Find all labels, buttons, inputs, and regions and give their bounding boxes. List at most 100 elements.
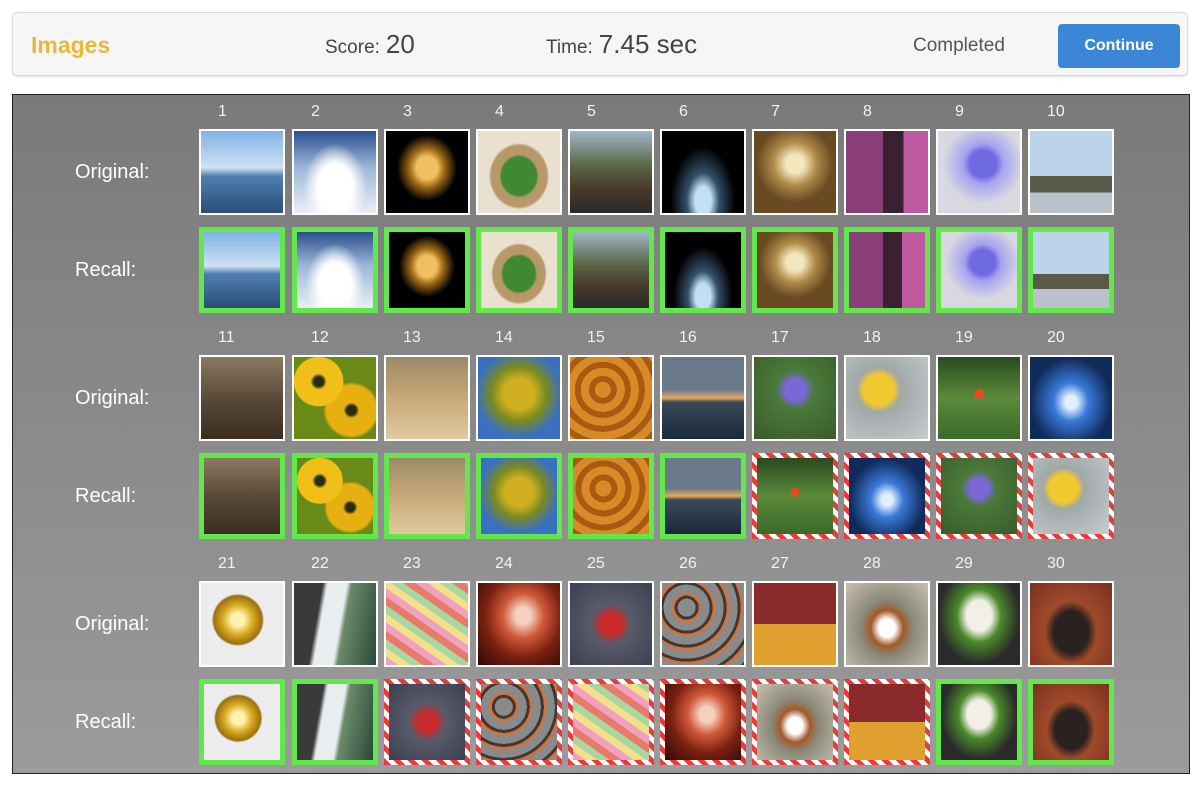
- image-number: 3: [403, 103, 412, 120]
- original-tile: [476, 355, 562, 441]
- yellow-flower-image: [1033, 458, 1109, 534]
- lake-fisherman-image: [204, 232, 280, 308]
- image-number: 2: [311, 103, 320, 120]
- purple-flowers-image: [938, 131, 1020, 213]
- image-number: 21: [218, 555, 236, 572]
- original-tile: [752, 355, 838, 441]
- recall-tile-wrong: [384, 679, 470, 765]
- green-beans-basket-image: [478, 131, 560, 213]
- original-tile: [292, 581, 378, 667]
- recall-tile-correct: [384, 227, 470, 313]
- chandelier-hall-image: [757, 232, 833, 308]
- recall-tile-correct: [752, 227, 838, 313]
- original-tile: [568, 129, 654, 215]
- lake-fisherman-image: [201, 131, 283, 213]
- recall-tile-correct: [936, 227, 1022, 313]
- recall-tile-correct: [1028, 227, 1114, 313]
- red-poppy-field-image: [757, 458, 833, 534]
- image-number: 1: [218, 103, 227, 120]
- clouds-aerial-image: [294, 131, 376, 213]
- original-tile: [199, 581, 285, 667]
- red-fire-sky-image: [665, 684, 741, 760]
- girl-piano-image: [849, 232, 925, 308]
- image-number: 11: [218, 329, 235, 346]
- water-splash-image: [662, 131, 744, 213]
- original-tile: [476, 129, 562, 215]
- image-number: 20: [1047, 329, 1065, 346]
- red-fire-sky-image: [478, 583, 560, 665]
- toy-lion-image: [938, 583, 1020, 665]
- original-tile: [568, 355, 654, 441]
- original-tile: [568, 581, 654, 667]
- chopping-vegetables-image: [389, 458, 465, 534]
- image-number: 13: [403, 329, 421, 346]
- status-text: Completed: [913, 35, 1005, 56]
- toy-lion-image: [941, 684, 1017, 760]
- continue-button[interactable]: Continue: [1058, 24, 1180, 68]
- glowing-coals-image: [662, 583, 744, 665]
- recall-tile-correct: [476, 453, 562, 539]
- forest-bike-ride-image: [570, 131, 652, 213]
- recall-tile-wrong: [752, 453, 838, 539]
- original-row-label: Original:: [75, 161, 150, 183]
- purple-crocus-image: [941, 458, 1017, 534]
- waterfall-image: [294, 583, 376, 665]
- original-tile: [844, 129, 930, 215]
- recall-tile-wrong: [752, 679, 838, 765]
- image-number: 10: [1047, 103, 1065, 120]
- image-number: 28: [863, 555, 881, 572]
- recall-tile-correct: [568, 227, 654, 313]
- recall-tile-wrong: [1028, 453, 1114, 539]
- recall-tile-correct: [292, 227, 378, 313]
- red-tram-street-image: [389, 684, 465, 760]
- recall-tile-wrong: [660, 679, 746, 765]
- gorilla-party-hat-image: [1033, 684, 1109, 760]
- macarons-image: [573, 684, 649, 760]
- recall-tile-correct: [199, 227, 285, 313]
- yellow-flower-image: [846, 357, 928, 439]
- chandelier-hall-image: [754, 131, 836, 213]
- waterfall-image: [297, 684, 373, 760]
- recall-tile-correct: [384, 453, 470, 539]
- chopping-vegetables-image: [386, 357, 468, 439]
- original-tile: [384, 581, 470, 667]
- girl-piano-image: [846, 131, 928, 213]
- original-tile: [660, 129, 746, 215]
- score-value: 20: [385, 29, 415, 59]
- recall-tile-correct: [568, 453, 654, 539]
- city-skyline-image: [1033, 232, 1109, 308]
- recall-tile-correct: [660, 453, 746, 539]
- image-number: 9: [955, 103, 964, 120]
- original-tile: [844, 581, 930, 667]
- recall-tile-correct: [844, 227, 930, 313]
- forest-bike-ride-image: [573, 232, 649, 308]
- city-skyline-image: [1030, 131, 1112, 213]
- recall-tile-correct: [1028, 679, 1114, 765]
- original-tile: [936, 581, 1022, 667]
- autumn-tree-image: [481, 458, 557, 534]
- clouds-aerial-image: [297, 232, 373, 308]
- golden-glass-image: [386, 131, 468, 213]
- red-beans-corn-image: [849, 684, 925, 760]
- red-tram-street-image: [570, 583, 652, 665]
- original-tile: [476, 581, 562, 667]
- spaniel-dog-image: [846, 583, 928, 665]
- yellow-tulips-image: [294, 357, 376, 439]
- original-tile: [384, 355, 470, 441]
- autumn-tree-image: [478, 357, 560, 439]
- original-tile: [292, 355, 378, 441]
- original-tile: [752, 129, 838, 215]
- image-number: 25: [587, 555, 605, 572]
- score-display: Score: 20: [325, 29, 415, 60]
- image-number: 4: [495, 103, 504, 120]
- blue-glass-hall-image: [849, 458, 925, 534]
- recall-tile-wrong: [844, 679, 930, 765]
- recall-tile-wrong: [936, 453, 1022, 539]
- recall-tile-correct: [660, 227, 746, 313]
- time-display: Time: 7.45 sec: [546, 29, 697, 60]
- green-beans-basket-image: [481, 232, 557, 308]
- recall-tile-correct: [292, 453, 378, 539]
- top-bar: Images Score: 20 Time: 7.45 sec Completed …: [12, 12, 1188, 76]
- yellow-tulips-image: [297, 458, 373, 534]
- original-tile: [1028, 355, 1114, 441]
